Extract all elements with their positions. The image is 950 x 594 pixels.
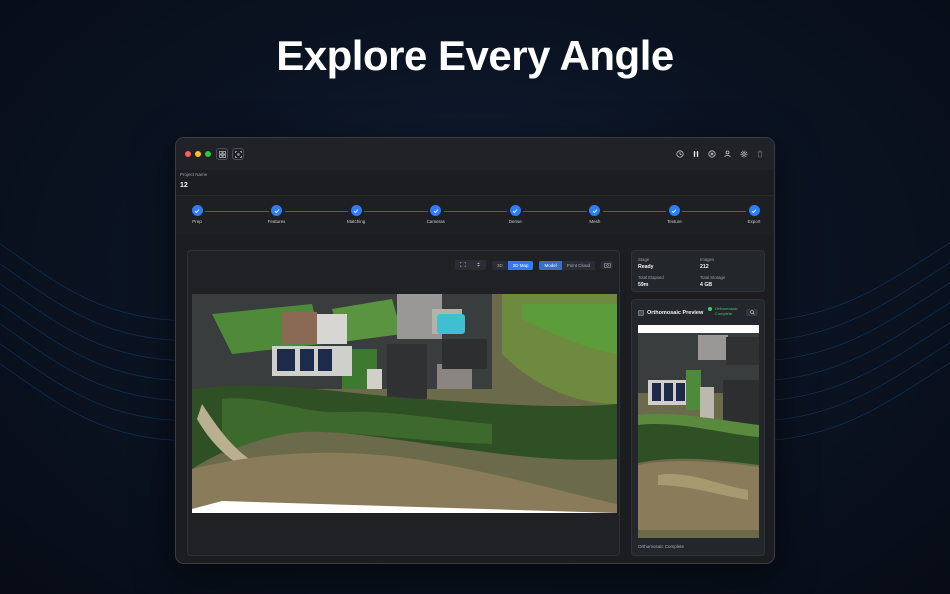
step-features[interactable]: Features: [262, 205, 292, 224]
storage-label: Total Storage: [700, 275, 726, 280]
step-connector: [682, 211, 746, 212]
step-connector: [602, 211, 667, 212]
window-controls: [185, 151, 211, 157]
orthomosaic-preview-panel: Orthomosaic Preview Orthomosaic Complete: [631, 299, 765, 556]
step-connector: [284, 211, 349, 212]
step-label: Features: [267, 219, 286, 224]
preview-header: Orthomosaic Preview Orthomosaic Complete: [638, 306, 758, 320]
view-mode-toggle: 3D 2D Map: [491, 260, 534, 270]
step-cameras[interactable]: Cameras: [421, 205, 451, 224]
tool-group: [454, 260, 486, 270]
project-info: Project Name 12: [180, 172, 207, 189]
user-settings-icon[interactable]: [722, 148, 734, 160]
stage-label: Stage: [638, 257, 650, 262]
pause-icon[interactable]: [690, 148, 702, 160]
step-label: Texture: [667, 219, 682, 224]
status-badge: Orthomosaic Complete: [708, 306, 745, 316]
title-bar: Project Name 12: [176, 138, 774, 189]
focus-icon[interactable]: [232, 148, 244, 160]
elapsed-label: Total Elapsed: [638, 275, 664, 280]
view-mode-2d-map[interactable]: 2D Map: [507, 260, 534, 270]
checkmark-icon: [589, 205, 601, 216]
history-icon[interactable]: [674, 148, 686, 160]
hero-title: Explore Every Angle: [276, 32, 674, 79]
screenshot-icon[interactable]: [601, 261, 613, 269]
checkmark-icon: [748, 205, 760, 216]
status-dot: [708, 307, 712, 311]
status-badge-text: Orthomosaic Complete: [715, 306, 738, 316]
layer-toggle: Model Point Cloud: [539, 260, 595, 270]
checkmark-icon: [350, 205, 362, 216]
step-label: Matching: [347, 219, 366, 224]
magnify-icon[interactable]: [746, 309, 758, 316]
step-connector: [443, 211, 508, 212]
minimize-window-button[interactable]: [195, 151, 201, 157]
step-connector: [523, 211, 587, 212]
checkmark-icon: [509, 205, 521, 216]
gear-icon[interactable]: [738, 148, 750, 160]
step-prep[interactable]: Prep: [182, 205, 212, 224]
step-label: Prep: [192, 219, 202, 224]
storage-value: 4 GB: [700, 282, 713, 288]
step-export[interactable]: Export: [739, 205, 769, 224]
checkmark-icon: [191, 205, 203, 216]
viewer-toolbar: 3D 2D Map Model Point Cloud: [454, 260, 613, 270]
step-matching[interactable]: Matching: [341, 205, 371, 224]
step-label: Dense: [508, 219, 522, 224]
step-connector: [364, 211, 428, 212]
orthomosaic-map[interactable]: [192, 294, 617, 513]
zoom-window-button[interactable]: [205, 151, 211, 157]
step-label: Cameras: [426, 219, 445, 224]
preview-title: Orthomosaic Preview: [647, 310, 704, 316]
preview-footer: Orthomosaic Complete: [638, 544, 685, 549]
stage-value: Ready: [638, 264, 654, 270]
checkmark-icon: [271, 205, 283, 216]
project-name-value: 12: [180, 182, 188, 189]
app-window: Project Name 12 Prep Features Matching Came…: [175, 137, 775, 564]
images-label: Images: [700, 257, 715, 262]
map-viewer: 3D 2D Map Model Point Cloud: [187, 250, 620, 556]
step-dense[interactable]: Dense: [500, 205, 530, 224]
step-texture[interactable]: Texture: [659, 205, 689, 224]
step-label: Export: [747, 219, 761, 224]
step-connector: [205, 211, 269, 212]
layer-point-cloud[interactable]: Point Cloud: [562, 261, 595, 270]
grid-icon[interactable]: [216, 148, 228, 160]
checkmark-icon: [668, 205, 680, 216]
elapsed-value: 59m: [638, 282, 649, 288]
orthomosaic-preview-image[interactable]: [638, 325, 759, 538]
trash-icon[interactable]: [754, 148, 766, 160]
project-name-label: Project Name: [180, 172, 208, 177]
checkmark-icon: [430, 205, 442, 216]
close-window-button[interactable]: [185, 151, 191, 157]
pipeline-stepper: Prep Features Matching Cameras Dense Mesh Text…: [176, 195, 774, 235]
fit-icon[interactable]: [455, 260, 471, 270]
rotate-icon[interactable]: [471, 260, 486, 270]
step-mesh[interactable]: Mesh: [580, 205, 610, 224]
view-mode-3d[interactable]: 3D: [492, 261, 508, 270]
layer-model[interactable]: Model: [539, 260, 562, 270]
images-value: 212: [700, 264, 709, 270]
close-circle-icon[interactable]: [706, 148, 718, 160]
map-icon: [638, 310, 644, 316]
step-label: Mesh: [589, 219, 601, 224]
project-stats: Stage Ready Images 212 Total Elapsed 59m…: [631, 250, 765, 292]
